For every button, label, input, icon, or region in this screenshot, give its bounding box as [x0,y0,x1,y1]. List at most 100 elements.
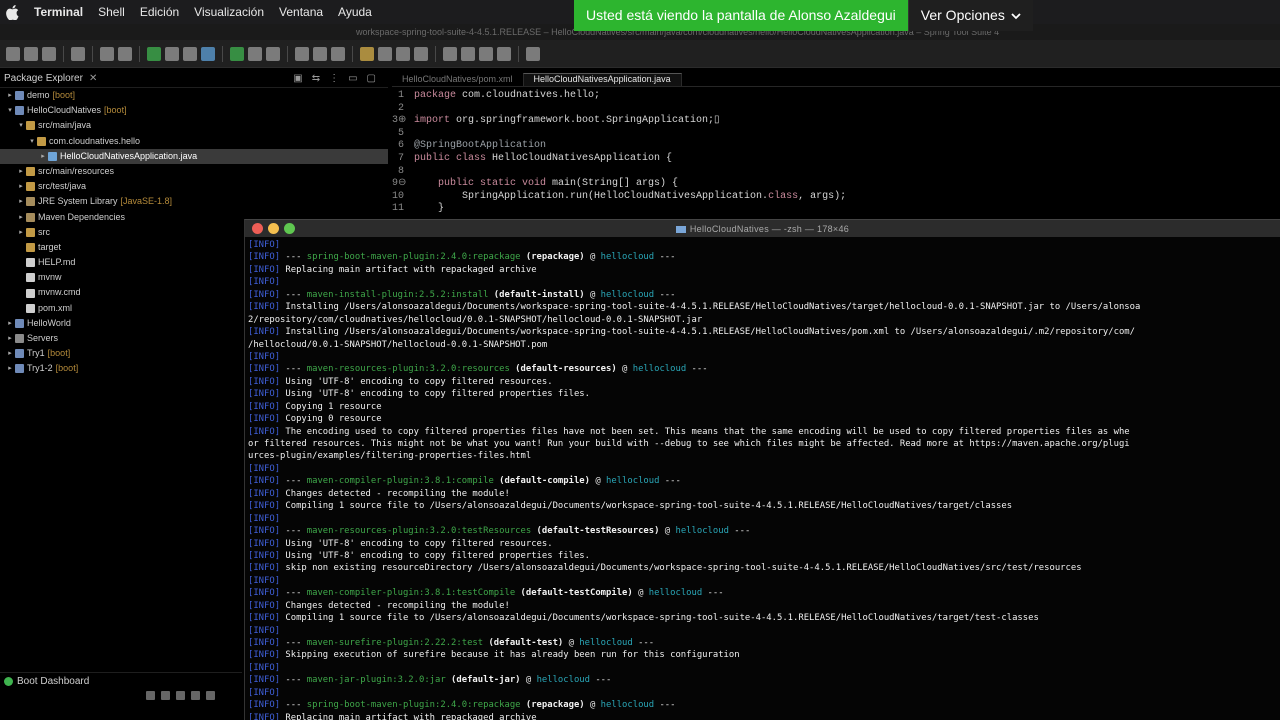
external-tools-icon[interactable] [266,46,280,61]
terminal-token: [INFO] [248,364,281,375]
terminal-token: [INFO] [248,501,281,512]
relaunch-icon[interactable] [183,46,197,61]
debug-as-icon[interactable] [248,46,262,61]
view-options-button[interactable]: Ver Opciones [907,0,1033,31]
code-text: public class HelloCloudNativesApplicatio… [414,153,672,166]
forward-icon[interactable] [497,46,511,61]
terminal-token: [INFO] [248,662,281,673]
terminal-token: Copying 0 resource [280,414,382,425]
terminal-title-bar[interactable]: HelloCloudNatives — -zsh — 178×46 [245,220,1280,237]
terminal-icon[interactable] [71,46,85,61]
terminal-line: [INFO] Installing /Users/alonsoazaldegui… [248,326,1280,338]
maximize-icon[interactable]: ▢ [367,73,376,84]
tree-item[interactable]: ▾ HelloCloudNatives [boot] [0,103,388,118]
apple-icon[interactable] [6,4,20,20]
open-browser-icon[interactable] [206,691,215,700]
menu-app-terminal[interactable]: Terminal [34,5,83,19]
save-icon[interactable] [24,46,38,61]
pin-editor-icon[interactable] [526,46,540,61]
start-icon[interactable] [146,691,155,700]
code-text: import org.springframework.boot.SpringAp… [414,115,720,128]
chevron-right-icon[interactable]: ▸ [39,149,47,164]
code-line: 5 [392,128,1280,141]
new-package-icon[interactable] [313,46,327,61]
tree-item-label: JRE System Library [38,196,118,207]
debug-icon[interactable] [100,46,114,61]
back-icon[interactable] [479,46,493,61]
minimize-icon[interactable]: ▭ [348,73,357,84]
menu-ayuda[interactable]: Ayuda [338,5,372,19]
terminal-output[interactable]: [INFO] [INFO] --- spring-boot-maven-plugi… [245,237,1280,720]
chevron-right-icon[interactable]: ▸ [6,361,14,376]
toggle-mark-icon[interactable] [414,46,428,61]
pen-icon[interactable] [396,46,410,61]
tree-item[interactable]: ▸ src/main/resources [0,164,388,179]
close-icon[interactable]: ✕ [89,73,97,84]
previous-annotation-icon[interactable] [461,46,475,61]
view-menu-icon[interactable]: ⋮ [329,73,339,84]
editor-tab[interactable]: HelloCloudNatives/pom.xml [392,74,523,86]
chevron-right-icon[interactable]: ▸ [6,331,14,346]
chevron-right-icon[interactable]: ▸ [17,194,25,209]
new-java-project-icon[interactable] [295,46,309,61]
menu-ventana[interactable]: Ventana [279,5,323,19]
save-all-icon[interactable] [42,46,56,61]
terminal-token: hellocloud [579,638,633,648]
chevron-right-icon[interactable]: ▸ [17,179,25,194]
chevron-down-icon[interactable]: ▾ [6,103,14,118]
search-icon[interactable] [378,46,392,61]
link-editor-icon[interactable]: ⇆ [312,73,320,84]
editor-tab-label: HelloCloudNativesApplication.java [533,74,671,84]
code-area[interactable]: 1 package com.cloudnatives.hello; 2 3⊕ impor… [392,90,1280,216]
skip-breakpoints-icon[interactable] [118,46,132,61]
tree-item[interactable]: ▸ HelloCloudNativesApplication.java [0,148,388,164]
chevron-right-icon[interactable]: ▸ [17,225,25,240]
terminal-token: [INFO] [248,264,281,275]
chevron-right-icon[interactable]: ▸ [6,346,14,361]
chevron-right-icon[interactable]: ▸ [17,164,25,179]
terminal-token: [INFO] [248,240,281,250]
code-text: public static void main(String[] args) { [414,178,678,191]
tree-item[interactable]: ▾ src/main/java [0,118,388,133]
tree-item-label: mvnw [38,272,62,283]
terminal-token: @ [589,476,607,487]
collapse-all-icon[interactable]: ▣ [293,73,302,84]
terminal-line: [INFO] Copying 0 resource [248,413,1280,425]
run-icon[interactable] [147,46,161,61]
stop-icon[interactable] [165,46,179,61]
chevron-down-icon[interactable]: ▾ [28,134,36,149]
menu-shell[interactable]: Shell [98,5,125,19]
terminal-token: maven-install-plugin:2.5.2:install [306,289,489,300]
open-console-icon[interactable] [191,691,200,700]
ide-toolbar [0,40,1280,68]
chevron-right-icon[interactable]: ▸ [17,210,25,225]
chevron-right-icon[interactable]: ▸ [6,88,14,103]
editor-tab[interactable]: HelloCloudNativesApplication.java [522,73,682,86]
chevron-right-icon[interactable]: ▸ [6,316,14,331]
terminal-token: (default-testCompile) [515,588,633,599]
package-explorer-title[interactable]: Package Explorer [4,73,83,84]
new-icon[interactable] [6,46,20,61]
chevron-down-icon[interactable]: ▾ [17,118,25,133]
restart-icon[interactable] [161,691,170,700]
tree-item[interactable]: ▸ JRE System Library [JavaSE-1.8] [0,194,388,209]
tree-item[interactable]: ▸ demo [boot] [0,88,388,103]
boot-dashboard-icon[interactable] [201,46,215,61]
boot-dashboard-title[interactable]: Boot Dashboard [17,676,89,687]
terminal-token: or filtered resources. This might not be… [248,439,1130,449]
tree-item-label: Try1-2 [27,363,53,374]
terminal-token: urces-plugin/examples/filtering-properti… [248,451,532,462]
terminal-line: [INFO] Skipping execution of surefire be… [248,649,1280,661]
new-class-icon[interactable] [331,46,345,61]
stop-icon[interactable] [176,691,185,700]
tree-item-decoration: [boot] [55,363,79,374]
open-type-icon[interactable] [360,46,374,61]
tree-item[interactable]: ▸ src/test/java [0,179,388,194]
next-annotation-icon[interactable] [443,46,457,61]
menu-edicion[interactable]: Edición [140,5,179,19]
terminal-token: Skipping execution of surefire because i… [280,650,740,661]
menu-visualizacion[interactable]: Visualización [194,5,264,19]
tree-item-label: HELP.md [38,257,76,268]
tree-item[interactable]: ▾ com.cloudnatives.hello [0,134,388,149]
run-as-icon[interactable] [230,46,244,61]
